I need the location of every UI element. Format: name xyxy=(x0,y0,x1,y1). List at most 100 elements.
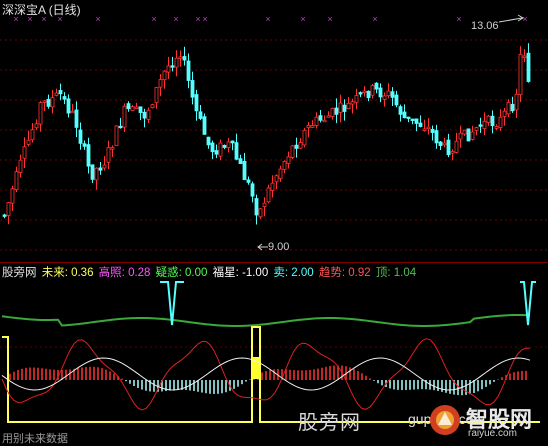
candle-body xyxy=(270,182,275,191)
candle-body xyxy=(290,145,295,158)
candle-body xyxy=(70,110,75,114)
candle-body xyxy=(334,107,339,115)
candle-body xyxy=(470,131,475,140)
candle-body xyxy=(106,147,111,163)
candle-body xyxy=(110,147,115,150)
candle-body xyxy=(174,57,179,68)
candle-body xyxy=(318,115,323,121)
watermark-text: 股旁网 xyxy=(298,412,361,434)
candle-body xyxy=(190,80,195,98)
candle-body xyxy=(326,115,331,118)
signal-marker: × xyxy=(195,14,200,24)
candle-body xyxy=(282,161,287,170)
indicator-field: 福星: -1.00 xyxy=(209,267,269,279)
candle-body xyxy=(14,171,19,191)
candle-body xyxy=(458,132,463,140)
candle-body xyxy=(306,125,311,129)
candle-body xyxy=(478,124,483,127)
candle-body xyxy=(38,102,43,125)
candle-body xyxy=(22,146,27,159)
candle-body xyxy=(74,109,79,128)
signal-marker: × xyxy=(300,14,305,24)
candle-body xyxy=(90,164,95,180)
candle-body xyxy=(202,116,207,135)
candle-body xyxy=(78,129,83,144)
price-grid xyxy=(0,39,548,251)
candle-body xyxy=(446,139,451,156)
candle-body xyxy=(454,140,459,153)
candle-body xyxy=(466,128,471,142)
candle-body xyxy=(166,65,171,73)
price-chart-panel[interactable]: × × × × × × × × × × × × × × × xyxy=(0,0,548,262)
candle-body xyxy=(246,179,251,183)
candle-body xyxy=(86,144,91,167)
candle-body xyxy=(370,85,375,96)
histogram-bars xyxy=(9,365,527,396)
candle-body xyxy=(298,142,303,149)
candle-body xyxy=(186,60,191,81)
candle-body xyxy=(226,141,231,148)
candle-body xyxy=(34,123,39,129)
candle-body xyxy=(518,53,523,96)
candle-body xyxy=(6,202,11,216)
candle-body xyxy=(250,183,255,197)
indicator-header: 股旁网 未来: 0.36 高照: 0.28 疑惑: 0.00 福星: -1.00… xyxy=(2,264,420,280)
candle-body xyxy=(102,164,107,169)
candle-body xyxy=(346,102,351,110)
candle-body xyxy=(218,142,223,157)
candle-body xyxy=(114,125,119,147)
low-price-label: 9.00 xyxy=(268,241,290,253)
candle-body xyxy=(230,140,235,144)
candle-body xyxy=(82,143,87,147)
candle-body xyxy=(2,214,7,217)
indicator-field: 卖: 2.00 xyxy=(270,267,314,279)
candle-body xyxy=(42,100,47,103)
candle-body xyxy=(386,90,391,97)
candle-body xyxy=(494,126,499,129)
candle-body xyxy=(198,111,203,119)
green-line xyxy=(1,314,531,327)
candle-body xyxy=(262,202,267,207)
candle-body xyxy=(130,106,135,111)
candle-body xyxy=(162,70,167,81)
candlestick-chart[interactable]: × × × × × × × × × × × × × × × xyxy=(0,0,548,262)
candle-body xyxy=(210,142,215,153)
candle-body xyxy=(118,125,123,129)
candle-body xyxy=(10,188,15,204)
signal-marker: × xyxy=(522,14,527,24)
signal-marker: × xyxy=(265,14,270,24)
watermark-logo-icon xyxy=(428,403,462,437)
signal-markers: × × × × × × × × × × × × × × × xyxy=(13,14,527,24)
candle-body xyxy=(486,115,491,123)
candle-body xyxy=(490,115,495,127)
candle-body xyxy=(450,151,455,154)
candle-body xyxy=(482,120,487,129)
candle-body xyxy=(222,144,227,148)
candle-body xyxy=(322,119,327,123)
candle-body xyxy=(406,116,411,119)
high-annotation xyxy=(498,14,524,23)
candle-body xyxy=(366,90,371,99)
candle-body xyxy=(526,52,531,82)
candle-body xyxy=(274,175,279,183)
signal-marker: × xyxy=(202,14,207,24)
candle-body xyxy=(214,150,219,155)
signal-marker: × xyxy=(151,14,156,24)
watermark-logo-url: raiyue.com xyxy=(468,428,517,439)
indicator-fields: 未来: 0.36 高照: 0.28 疑惑: 0.00 福星: -1.00 卖: … xyxy=(42,267,418,279)
candle-body xyxy=(206,136,211,146)
stock-name: 深深宝A xyxy=(2,3,46,17)
candle-body xyxy=(158,79,163,88)
candle-body xyxy=(398,106,403,115)
indicator-field: 顶: 1.04 xyxy=(372,267,417,279)
signal-marker: × xyxy=(456,14,461,24)
candle-body xyxy=(514,93,519,111)
candle-body xyxy=(410,118,415,121)
candle-body xyxy=(234,142,239,160)
candle-body xyxy=(46,98,51,107)
candle-body xyxy=(122,105,127,128)
candle-body xyxy=(242,160,247,181)
candle-body xyxy=(294,144,299,149)
candle-body xyxy=(266,187,271,203)
candle-body xyxy=(522,55,527,58)
